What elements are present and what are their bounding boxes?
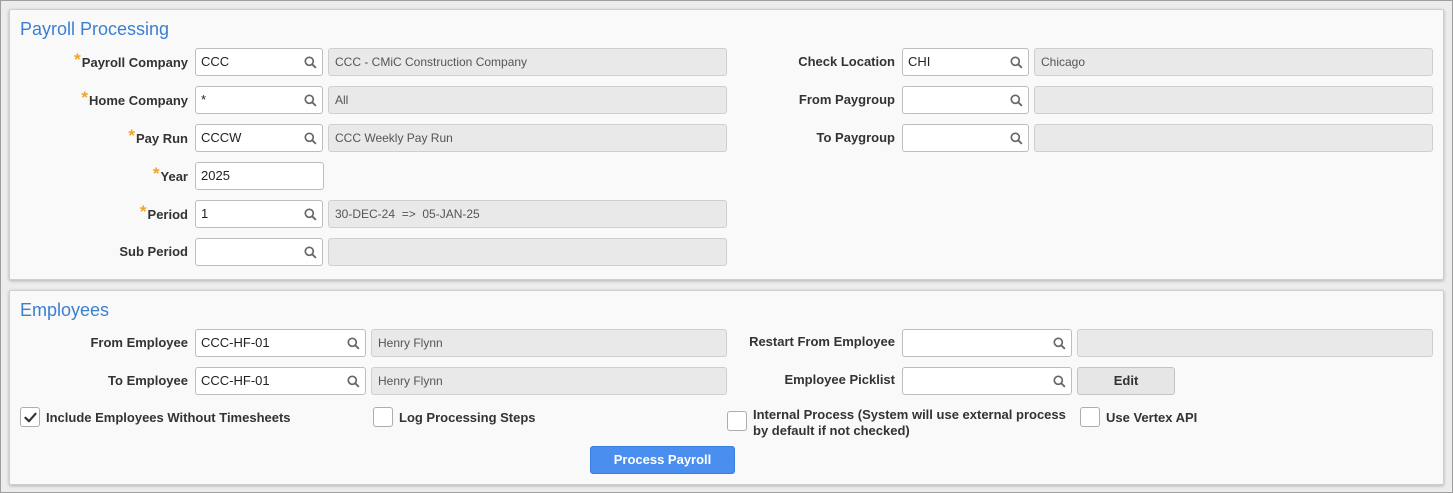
employee-picklist-input[interactable] (902, 367, 1072, 395)
restart-from-employee-label: Restart From Employee (749, 334, 895, 349)
to-employee-label: To Employee (108, 373, 188, 388)
home-company-label: *Home Company (81, 88, 188, 108)
app-frame: Payroll Processing *Payroll Company CCC … (0, 0, 1453, 493)
payroll-processing-title: Payroll Processing (20, 19, 170, 39)
year-input[interactable]: 2025 (195, 162, 324, 190)
internal-process-label: Internal Process (System will use extern… (753, 407, 1066, 438)
checkmark-icon (24, 412, 37, 423)
period-description: 30-DEC-24 => 05-JAN-25 (328, 200, 727, 228)
payroll-processing-panel: Payroll Processing *Payroll Company CCC … (9, 9, 1444, 280)
magnifier-icon[interactable] (304, 94, 317, 107)
magnifier-icon[interactable] (1010, 132, 1023, 145)
period-input[interactable]: 1 (195, 200, 323, 228)
sub-period-input[interactable] (195, 238, 323, 266)
home-company-input[interactable]: * (195, 86, 323, 114)
magnifier-icon[interactable] (1053, 375, 1066, 388)
employee-picklist-label: Employee Picklist (784, 372, 895, 387)
period-label: *Period (139, 202, 188, 222)
to-employee-description: Henry Flynn (371, 367, 727, 395)
year-label: *Year (152, 164, 188, 184)
from-employee-input[interactable]: CCC-HF-01 (195, 329, 366, 357)
employees-title: Employees (20, 300, 110, 320)
sub-period-description (328, 238, 727, 266)
log-processing-steps-label: Log Processing Steps (399, 410, 536, 425)
from-paygroup-input[interactable] (902, 86, 1029, 114)
magnifier-icon[interactable] (1010, 94, 1023, 107)
magnifier-icon[interactable] (304, 56, 317, 69)
required-mark: * (74, 50, 81, 69)
include-without-timesheets-label: Include Employees Without Timesheets (46, 410, 291, 425)
from-paygroup-description (1034, 86, 1433, 114)
include-without-timesheets-checkbox[interactable] (20, 407, 40, 427)
employees-panel: Employees From Employee CCC-HF-01 Henry … (9, 290, 1444, 485)
magnifier-icon[interactable] (304, 246, 317, 259)
to-paygroup-input[interactable] (902, 124, 1029, 152)
check-location-description: Chicago (1034, 48, 1433, 76)
use-vertex-api-checkbox[interactable] (1080, 407, 1100, 427)
restart-from-employee-input[interactable] (902, 329, 1072, 357)
sub-period-label: Sub Period (119, 244, 188, 259)
payroll-company-description: CCC - CMiC Construction Company (328, 48, 727, 76)
magnifier-icon[interactable] (1053, 337, 1066, 350)
from-employee-label: From Employee (90, 335, 188, 350)
pay-run-description: CCC Weekly Pay Run (328, 124, 727, 152)
check-location-label: Check Location (798, 54, 895, 69)
home-company-description: All (328, 86, 727, 114)
picklist-edit-button[interactable]: Edit (1077, 367, 1175, 395)
magnifier-icon[interactable] (347, 375, 360, 388)
pay-run-input[interactable]: CCCW (195, 124, 323, 152)
magnifier-icon[interactable] (1010, 56, 1023, 69)
check-location-input[interactable]: CHI (902, 48, 1029, 76)
to-paygroup-label: To Paygroup (816, 130, 895, 145)
process-payroll-button[interactable]: Process Payroll (590, 446, 735, 474)
payroll-company-input[interactable]: CCC (195, 48, 323, 76)
pay-run-label: *Pay Run (128, 126, 188, 146)
from-employee-description: Henry Flynn (371, 329, 727, 357)
magnifier-icon[interactable] (347, 337, 360, 350)
from-paygroup-label: From Paygroup (798, 92, 895, 107)
magnifier-icon[interactable] (304, 132, 317, 145)
payroll-company-label: *Payroll Company (74, 50, 188, 70)
log-processing-steps-checkbox[interactable] (373, 407, 393, 427)
use-vertex-api-label: Use Vertex API (1106, 410, 1198, 425)
to-paygroup-description (1034, 124, 1433, 152)
to-employee-input[interactable]: CCC-HF-01 (195, 367, 366, 395)
restart-from-employee-description (1077, 329, 1433, 357)
internal-process-checkbox[interactable] (727, 411, 747, 431)
magnifier-icon[interactable] (304, 208, 317, 221)
